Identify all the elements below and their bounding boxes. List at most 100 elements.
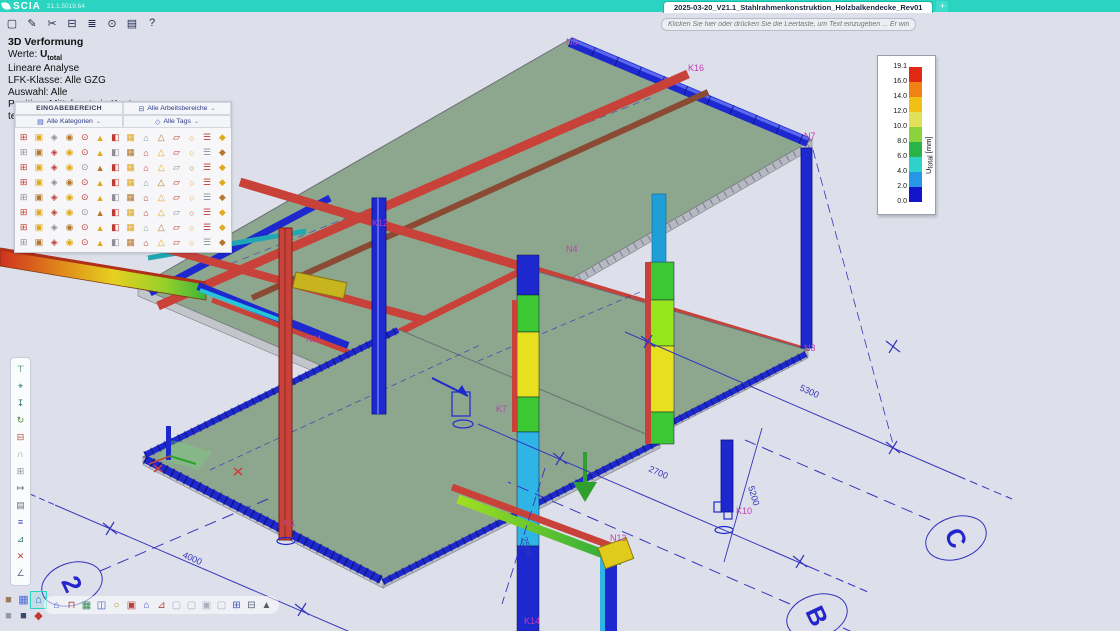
toolbox-icon[interactable]: △ <box>154 175 169 190</box>
toolbox-icon[interactable]: ▱ <box>169 160 184 175</box>
toolbox-icon[interactable]: △ <box>154 145 169 160</box>
toolbox-icon[interactable]: ⌂ <box>138 190 153 205</box>
toolbox-icon[interactable]: ○ <box>184 205 199 220</box>
render-surface-icon[interactable]: ▦ <box>79 600 94 611</box>
toolbox-icon[interactable]: ◆ <box>215 160 230 175</box>
section-view-icon[interactable]: ⊿ <box>154 600 169 611</box>
toolbox-icon[interactable]: ◈ <box>47 205 62 220</box>
home-small-icon[interactable]: ⌂ <box>139 600 154 611</box>
toolbox-icon[interactable]: ▲ <box>92 130 107 145</box>
toolbox-icon[interactable]: ☰ <box>199 205 214 220</box>
toolbox-icon[interactable]: ◈ <box>47 190 62 205</box>
load-icon[interactable]: ↧ <box>17 395 25 412</box>
toolbox-icon[interactable]: ▦ <box>123 205 138 220</box>
cube-solid-icon[interactable]: ■ <box>1 592 16 608</box>
toolbox-icon[interactable]: ◈ <box>47 235 62 250</box>
new-tab-button[interactable]: + <box>936 1 948 12</box>
inactive-view-3-icon[interactable]: ▣ <box>199 600 214 611</box>
toolbox-icon[interactable]: ▱ <box>169 145 184 160</box>
toolbox-icon[interactable]: ◆ <box>215 205 230 220</box>
toolbox-icon[interactable]: ⊞ <box>16 220 31 235</box>
toolbox-icon[interactable]: ⊞ <box>16 205 31 220</box>
toolbox-icon[interactable]: ○ <box>184 235 199 250</box>
toolbox-icon[interactable]: ▣ <box>31 160 46 175</box>
toolbox-icon[interactable]: ◉ <box>62 145 77 160</box>
toolbox-icon[interactable]: ☰ <box>199 145 214 160</box>
document-tab[interactable]: 2025-03-20_V21.1_Stahlrahmenkonstruktion… <box>663 1 933 13</box>
toolbox-icon[interactable]: ▦ <box>123 190 138 205</box>
cube-gray-icon[interactable]: ■ <box>1 608 16 624</box>
toolbox-icon[interactable]: ○ <box>184 130 199 145</box>
toolbox-icon[interactable]: ◉ <box>62 190 77 205</box>
toolbox-icon[interactable]: ▱ <box>169 205 184 220</box>
labels-icon[interactable]: ▣ <box>124 600 139 611</box>
toolbox-icon[interactable]: ◆ <box>215 190 230 205</box>
toolbox-icon[interactable]: ☰ <box>199 160 214 175</box>
toolbox-icon[interactable]: ⌂ <box>138 130 153 145</box>
toolbox-icon[interactable]: ☰ <box>199 235 214 250</box>
toolbox-icon[interactable]: ▦ <box>123 145 138 160</box>
toolbox-icon[interactable]: ▣ <box>31 145 46 160</box>
toolbox-icon[interactable]: ◉ <box>62 160 77 175</box>
toolbox-icon[interactable]: ⊙ <box>77 190 92 205</box>
toolbox-icon[interactable]: ◧ <box>108 220 123 235</box>
toolbox-icon[interactable]: ▱ <box>169 130 184 145</box>
toolbox-icon[interactable]: ○ <box>184 175 199 190</box>
toolbox-icon[interactable]: ◈ <box>47 145 62 160</box>
toolbox-icon[interactable]: ○ <box>184 145 199 160</box>
toolbox-icon[interactable]: ◆ <box>215 220 230 235</box>
toolbox-icon[interactable]: ▲ <box>92 205 107 220</box>
toolbox-icon[interactable]: ▲ <box>92 160 107 175</box>
layers-icon[interactable]: ≡ <box>18 514 23 531</box>
toolbox-icon[interactable]: ⊙ <box>77 175 92 190</box>
toolbox-icon[interactable]: ⌂ <box>138 160 153 175</box>
toolbox-icon[interactable]: ⌂ <box>138 145 153 160</box>
toolbox-icon[interactable]: ◧ <box>108 160 123 175</box>
toolbox-icon[interactable]: ☰ <box>199 190 214 205</box>
help-icon[interactable]: ? <box>142 17 162 29</box>
toolbox-icon[interactable]: ⊞ <box>16 190 31 205</box>
toolbox-icon[interactable]: ⊞ <box>16 145 31 160</box>
prism-red-icon[interactable]: ◆ <box>31 608 46 624</box>
toolbox-icon[interactable]: ◈ <box>47 220 62 235</box>
toolbox-icon[interactable]: ◉ <box>62 130 77 145</box>
toolbox-icon[interactable]: △ <box>154 160 169 175</box>
workspaces-dropdown[interactable]: ⊟ Alle Arbeitsbereiche ⌄ <box>123 102 231 115</box>
toolbox-icon[interactable]: ▣ <box>31 235 46 250</box>
toolbox-icon[interactable]: ◧ <box>108 190 123 205</box>
toolbox-icon[interactable]: ○ <box>184 190 199 205</box>
toolbox-icon[interactable]: ○ <box>184 220 199 235</box>
toolbox-icon[interactable]: ▣ <box>31 190 46 205</box>
toolbox-icon[interactable]: ⌂ <box>138 235 153 250</box>
refresh-icon[interactable]: ↻ <box>17 412 25 429</box>
toolbox-icon[interactable]: ▱ <box>169 235 184 250</box>
light-icon[interactable]: ○ <box>109 600 124 611</box>
cube-wire-icon[interactable]: ▦ <box>16 592 31 608</box>
toolbox-icon[interactable]: ◉ <box>62 175 77 190</box>
input-panel-header[interactable]: EINGABEBEREICH <box>15 102 123 115</box>
toolbox-icon[interactable]: △ <box>154 220 169 235</box>
toolbox-icon[interactable]: ◉ <box>62 235 77 250</box>
toolbox-icon[interactable]: ◈ <box>47 160 62 175</box>
support-icon[interactable]: ⊤ <box>17 361 25 378</box>
inactive-view-2-icon[interactable]: ▢ <box>184 600 199 611</box>
annotation-input[interactable] <box>661 18 916 31</box>
toolbox-icon[interactable]: ◧ <box>108 130 123 145</box>
toolbox-icon[interactable]: ◆ <box>215 130 230 145</box>
toolbox-icon[interactable]: ⊙ <box>77 205 92 220</box>
toolbox-icon[interactable]: ⊙ <box>77 145 92 160</box>
view-icon[interactable]: ⊙ <box>102 17 122 30</box>
toolbox-icon[interactable]: ▦ <box>123 130 138 145</box>
print-icon[interactable]: ⊟ <box>62 17 82 30</box>
toolbox-icon[interactable]: ▲ <box>92 220 107 235</box>
toolbox-icon[interactable]: △ <box>154 190 169 205</box>
measure-icon[interactable]: ∠ <box>16 565 24 582</box>
toolbox-icon[interactable]: ◉ <box>62 220 77 235</box>
toolbox-icon[interactable]: ⌂ <box>138 220 153 235</box>
toolbox-icon[interactable]: ⊙ <box>77 220 92 235</box>
toolbox-icon[interactable]: ⌂ <box>138 175 153 190</box>
toolbox-icon[interactable]: ▦ <box>123 220 138 235</box>
printer-scene-icon[interactable]: ▲ <box>259 600 274 611</box>
toolbox-icon[interactable]: ▣ <box>31 130 46 145</box>
hinge-icon[interactable]: ⌖ <box>18 378 23 395</box>
